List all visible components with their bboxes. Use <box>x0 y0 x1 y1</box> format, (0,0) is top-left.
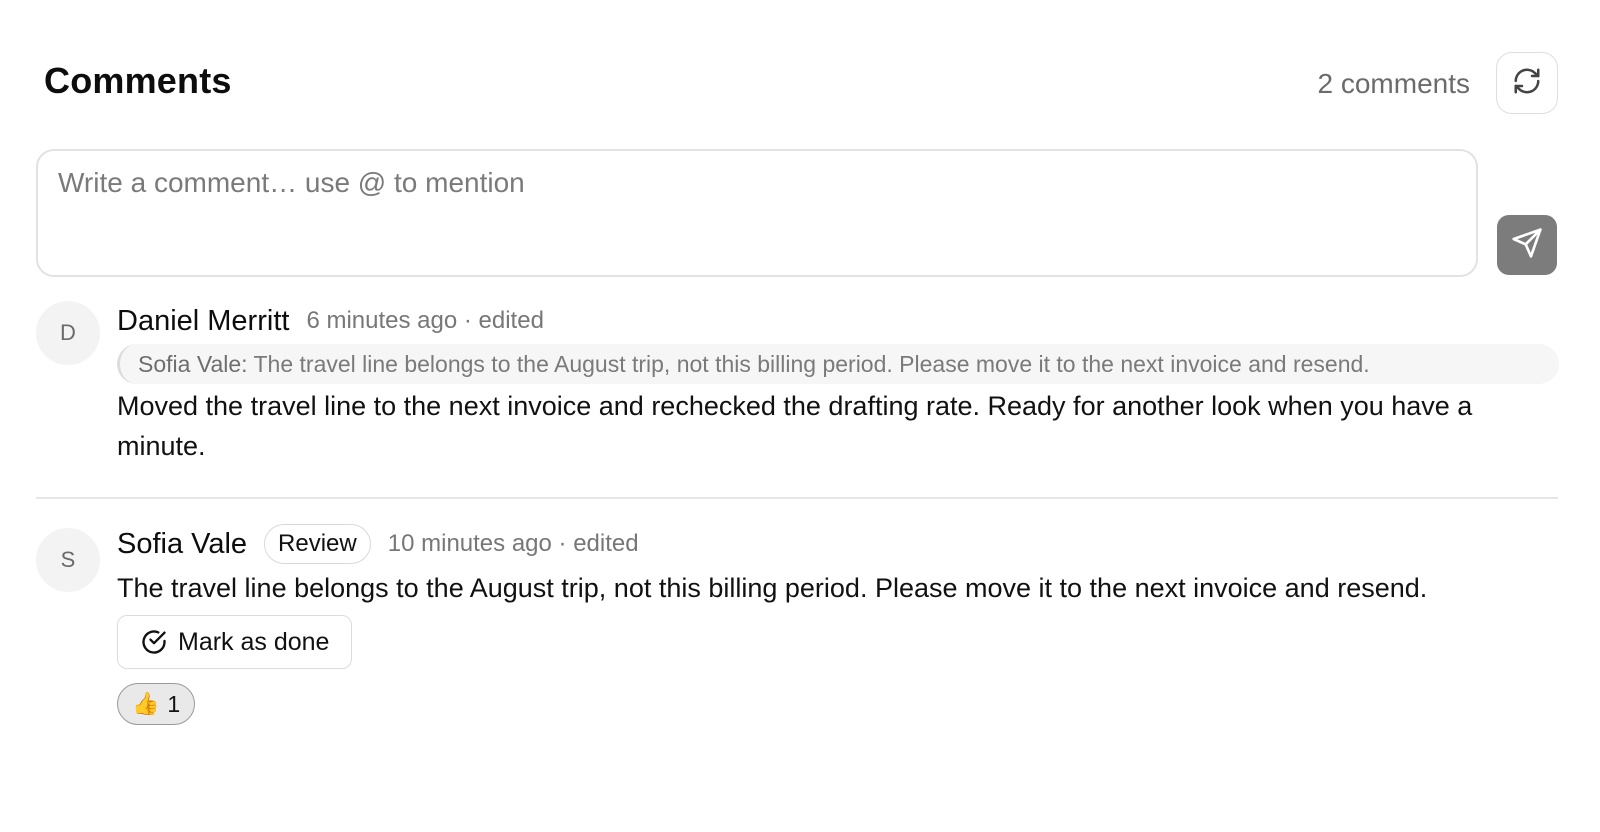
comment-timestamp: 10 minutes ago · edited <box>387 530 639 557</box>
quote-text: The travel line belongs to the August tr… <box>247 351 1370 377</box>
quote-author: Sofia Vale: <box>138 351 248 377</box>
comments-header: Comments 2 comments <box>44 52 1558 116</box>
comment-author: Sofia Vale <box>117 527 248 560</box>
check-circle-icon <box>140 628 168 656</box>
comment-timestamp: 6 minutes ago · edited <box>306 307 544 334</box>
mark-as-done-button[interactable]: Mark as done <box>117 615 353 669</box>
comment-meta: Sofia Vale Review 10 minutes ago · edite… <box>117 524 639 564</box>
comment-author: Daniel Merritt <box>117 304 290 337</box>
mark-as-done-label: Mark as done <box>178 627 330 656</box>
send-button[interactable] <box>1497 215 1557 275</box>
avatar: D <box>36 301 100 365</box>
comment-body: The travel line belongs to the August tr… <box>117 573 1428 603</box>
comments-panel: Comments 2 comments D Dan <box>0 0 1600 832</box>
send-icon <box>1511 227 1543 264</box>
avatar: S <box>36 528 100 592</box>
comment-composer <box>36 149 1478 277</box>
refresh-icon <box>1512 66 1542 101</box>
review-tag: Review <box>264 524 371 564</box>
comment-count: 2 comments <box>1317 68 1471 99</box>
quoted-reply[interactable]: Sofia Vale: The travel line belongs to t… <box>117 344 1559 384</box>
refresh-button[interactable] <box>1496 52 1558 114</box>
comment-input[interactable] <box>58 167 1448 257</box>
thumbs-up-reaction[interactable]: 👍 1 <box>117 683 196 725</box>
comment-meta: Daniel Merritt 6 minutes ago · edited <box>117 301 544 341</box>
comment-body: Moved the travel line to the next invoic… <box>117 391 1473 461</box>
reaction-count: 1 <box>167 690 181 717</box>
page-title: Comments <box>44 60 232 101</box>
comment-divider <box>36 497 1558 499</box>
thumbs-up-icon: 👍 <box>132 691 160 716</box>
